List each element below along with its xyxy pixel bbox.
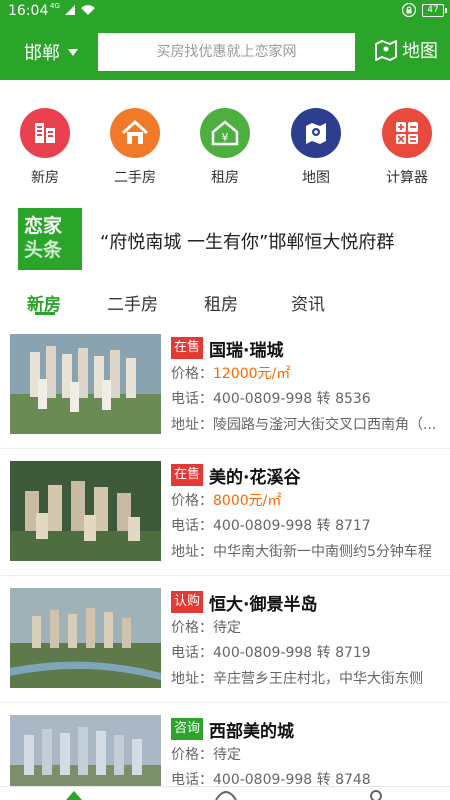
dropdown-arrow-icon: [68, 48, 78, 56]
map-label: 地图: [402, 41, 438, 62]
status-bar: 16:04 4G 47: [0, 0, 450, 24]
lock-icon: [402, 3, 416, 17]
category-label: 租房: [211, 170, 239, 186]
category-map[interactable]: 地图: [281, 108, 351, 187]
status-badge: 咨询: [171, 718, 204, 740]
list-item[interactable]: 认购 恒大·御景半岛 价格：待定 电话：400-0809-998 转 8719 …: [0, 576, 450, 703]
status-badge: 在售: [171, 337, 204, 359]
search-input[interactable]: 买房找优惠就上恋家网: [98, 33, 355, 71]
listing-thumbnail: [10, 588, 161, 688]
category-second-hand[interactable]: 二手房: [100, 108, 170, 187]
headline-banner[interactable]: 恋家 头条 “府悦南城 一生有你”邯郸恒大悦府群: [18, 208, 438, 270]
list-item[interactable]: 在售 美的·花溪谷 价格：8000元/㎡ 电话：400-0809-998 转 8…: [0, 449, 450, 576]
category-new-house[interactable]: 新房: [10, 108, 80, 187]
wifi-icon: [80, 5, 95, 15]
tab-news[interactable]: 资讯: [291, 290, 325, 315]
home-icon[interactable]: [64, 788, 84, 800]
listing-thumbnail: [10, 461, 161, 561]
calculator-icon: [382, 108, 432, 158]
profile-icon[interactable]: [368, 788, 384, 800]
listing-address: 地址：中华南大街新一中南侧约5分钟车程: [171, 544, 432, 560]
listing-price: 价格：8000元/㎡: [171, 493, 282, 509]
status-time: 16:04: [8, 3, 49, 19]
headline-text: “府悦南城 一生有你”邯郸恒大悦府群: [100, 232, 395, 253]
listing-phone: 电话：400-0809-998 转 8719: [171, 645, 371, 661]
category-label: 新房: [31, 170, 59, 186]
city-label: 邯郸: [24, 43, 60, 64]
map-pin-icon: [291, 108, 341, 158]
category-grid: 新房 二手房 ¥ 租房 地图 计算器: [0, 96, 450, 196]
list-item[interactable]: 在售 国瑞·瑞城 价格：12000元/㎡ 电话：400-0809-998 转 8…: [0, 322, 450, 449]
chat-icon[interactable]: [214, 788, 238, 800]
listing-name: 国瑞·瑞城: [209, 341, 284, 361]
listing-phone: 电话：400-0809-998 转 8717: [171, 518, 371, 534]
category-rent[interactable]: ¥ 租房: [190, 108, 260, 187]
battery-level: 47: [427, 4, 439, 15]
header: 邯郸 买房找优惠就上恋家网 地图: [0, 24, 450, 80]
listing-name: 美的·花溪谷: [209, 468, 301, 488]
tab-rent[interactable]: 租房: [204, 290, 238, 315]
tab-indicator: [35, 312, 55, 315]
svg-text:¥: ¥: [222, 131, 229, 144]
map-icon: [375, 40, 397, 61]
listing-phone: 电话：400-0809-998 转 8536: [171, 391, 371, 407]
category-label: 地图: [302, 170, 330, 186]
bottom-nav: [0, 786, 450, 800]
listing-address: 地址：陵园路与滏河大街交叉口西南角（...: [171, 417, 437, 433]
listing-name: 恒大·御景半岛: [209, 595, 318, 615]
listing-address: 地址：辛庄营乡王庄村北，中华大街东侧: [171, 671, 423, 687]
network-label: 4G: [50, 1, 60, 10]
listing-price: 价格：12000元/㎡: [171, 366, 291, 382]
category-label: 二手房: [114, 170, 156, 186]
map-button[interactable]: 地图: [374, 37, 438, 63]
headline-logo: 恋家 头条: [18, 208, 82, 270]
category-calculator[interactable]: 计算器: [372, 108, 442, 187]
city-selector[interactable]: 邯郸: [24, 39, 78, 65]
battery-icon: 47: [422, 3, 447, 17]
signal-icon: [64, 5, 75, 15]
tab-second-hand[interactable]: 二手房: [107, 290, 158, 315]
status-badge: 认购: [171, 591, 204, 613]
status-badge: 在售: [171, 464, 204, 486]
category-label: 计算器: [386, 170, 428, 186]
listing-price: 价格：待定: [171, 620, 241, 636]
listing-thumbnail: [10, 334, 161, 434]
house-icon: [110, 108, 160, 158]
rent-house-icon: ¥: [200, 108, 250, 158]
listing-price: 价格：待定: [171, 747, 241, 763]
listing-name: 西部美的城: [209, 722, 294, 742]
building-icon: [20, 108, 70, 158]
listing-tabs: 新房 二手房 租房 资讯: [0, 280, 450, 322]
